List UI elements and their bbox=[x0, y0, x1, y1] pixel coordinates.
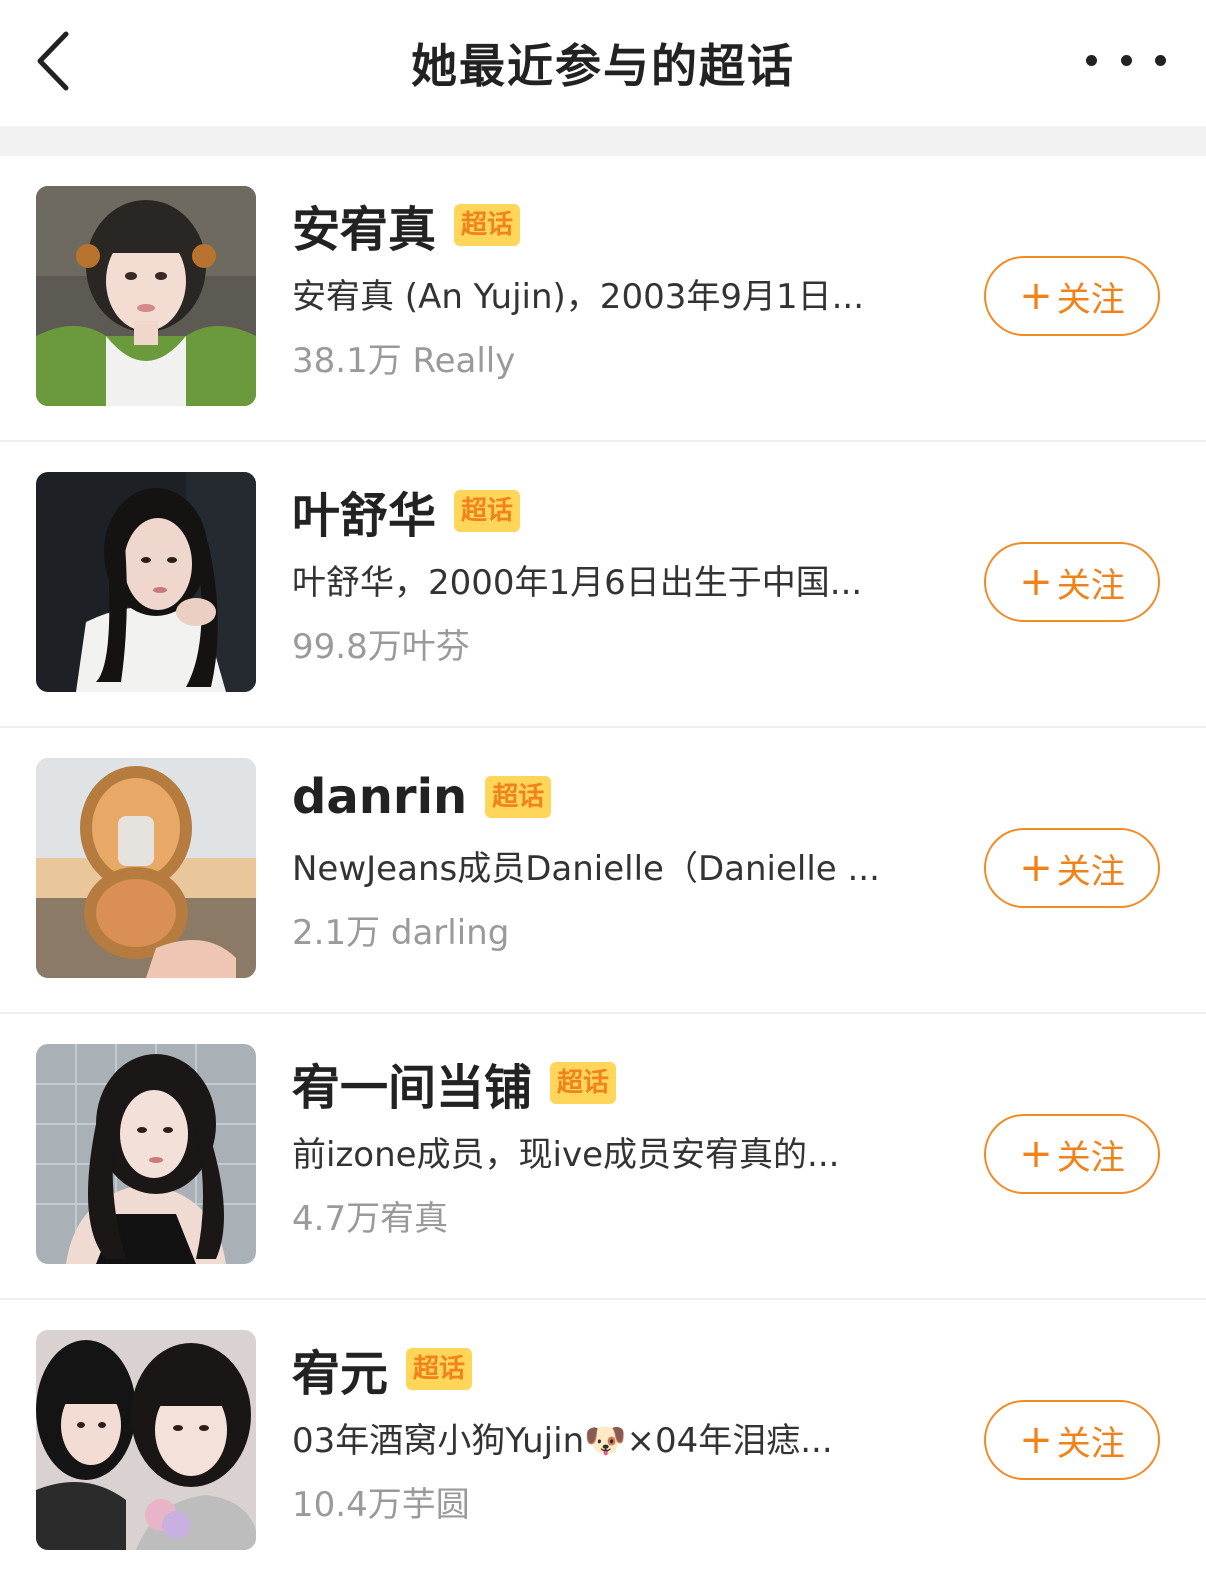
topic-name: 安宥真 bbox=[292, 202, 437, 258]
plus-icon: + bbox=[1019, 845, 1053, 891]
topic-follower-count: 4.7万宥真 bbox=[292, 1199, 449, 1239]
plus-icon: + bbox=[1019, 1417, 1053, 1463]
super-topic-badge: 超话 bbox=[454, 490, 521, 532]
plus-icon: + bbox=[1019, 273, 1053, 319]
super-topic-badge: 超话 bbox=[550, 1062, 617, 1104]
topic-follower-count: 2.1万 darling bbox=[292, 913, 510, 953]
topic-name: 叶舒华 bbox=[292, 488, 437, 544]
follow-button[interactable]: + 关注 bbox=[984, 542, 1160, 622]
page-title: 她最近参与的超话 bbox=[411, 39, 795, 93]
topic-name: 宥元 bbox=[292, 1346, 389, 1402]
topic-info: danrin 超话 NewJeans成员Danielle（Danielle ..… bbox=[292, 758, 952, 958]
follow-label: 关注 bbox=[1056, 279, 1125, 320]
follow-button[interactable]: + 关注 bbox=[984, 1114, 1160, 1194]
section-divider bbox=[0, 126, 1206, 156]
topic-follower-count: 38.1万 Really bbox=[292, 341, 516, 381]
topic-info: 宥元 超话 03年酒窝小狗Yujin🐶×04年泪痣... 10.4万芋圆 bbox=[292, 1330, 952, 1530]
topic-row[interactable]: 宥元 超话 03年酒窝小狗Yujin🐶×04年泪痣... 10.4万芋圆 + 关… bbox=[0, 1300, 1206, 1586]
super-topic-badge: 超话 bbox=[454, 204, 521, 246]
topic-avatar[interactable] bbox=[36, 186, 256, 406]
topic-row[interactable]: 叶舒华 超话 叶舒华，2000年1月6日出生于中国... 99.8万叶芬 + 关… bbox=[0, 442, 1206, 728]
plus-icon: + bbox=[1019, 559, 1053, 605]
topic-info: 宥一间当铺 超话 前izone成员，现ive成员安宥真的... 4.7万宥真 bbox=[292, 1044, 952, 1244]
more-dots-icon bbox=[1086, 54, 1097, 66]
plus-icon: + bbox=[1019, 1131, 1053, 1177]
topic-avatar[interactable] bbox=[36, 758, 256, 978]
follow-button[interactable]: + 关注 bbox=[984, 828, 1160, 908]
topic-row[interactable]: danrin 超话 NewJeans成员Danielle（Danielle ..… bbox=[0, 728, 1206, 1014]
topic-avatar[interactable] bbox=[36, 1330, 256, 1550]
more-button[interactable] bbox=[1086, 40, 1166, 80]
topic-follower-count: 10.4万芋圆 bbox=[292, 1485, 470, 1525]
follow-label: 关注 bbox=[1056, 851, 1125, 892]
follow-label: 关注 bbox=[1056, 565, 1125, 606]
super-topic-badge: 超话 bbox=[406, 1348, 473, 1390]
topic-info: 安宥真 超话 安宥真 (An Yujin)，2003年9月1日... 38.1万… bbox=[292, 186, 952, 386]
topic-description: NewJeans成员Danielle（Danielle ... bbox=[292, 849, 880, 889]
topic-row[interactable]: 宥一间当铺 超话 前izone成员，现ive成员安宥真的... 4.7万宥真 +… bbox=[0, 1014, 1206, 1300]
top-nav-bar: 她最近参与的超话 bbox=[0, 0, 1206, 126]
topic-description: 安宥真 (An Yujin)，2003年9月1日... bbox=[292, 277, 865, 317]
topic-name: danrin bbox=[292, 769, 468, 825]
follow-label: 关注 bbox=[1056, 1137, 1125, 1178]
topic-name: 宥一间当铺 bbox=[292, 1060, 533, 1116]
follow-label: 关注 bbox=[1056, 1423, 1125, 1464]
follow-button[interactable]: + 关注 bbox=[984, 1400, 1160, 1480]
topic-description: 03年酒窝小狗Yujin🐶×04年泪痣... bbox=[292, 1421, 833, 1461]
topic-avatar[interactable] bbox=[36, 1044, 256, 1264]
topic-info: 叶舒华 超话 叶舒华，2000年1月6日出生于中国... 99.8万叶芬 bbox=[292, 472, 952, 672]
topic-follower-count: 99.8万叶芬 bbox=[292, 627, 470, 667]
topic-row[interactable]: 安宥真 超话 安宥真 (An Yujin)，2003年9月1日... 38.1万… bbox=[0, 156, 1206, 442]
super-topic-badge: 超话 bbox=[485, 776, 552, 818]
topic-avatar[interactable] bbox=[36, 472, 256, 692]
topic-description: 叶舒华，2000年1月6日出生于中国... bbox=[292, 563, 863, 603]
follow-button[interactable]: + 关注 bbox=[984, 256, 1160, 336]
topic-list: 安宥真 超话 安宥真 (An Yujin)，2003年9月1日... 38.1万… bbox=[0, 156, 1206, 1586]
topic-description: 前izone成员，现ive成员安宥真的... bbox=[292, 1135, 840, 1175]
